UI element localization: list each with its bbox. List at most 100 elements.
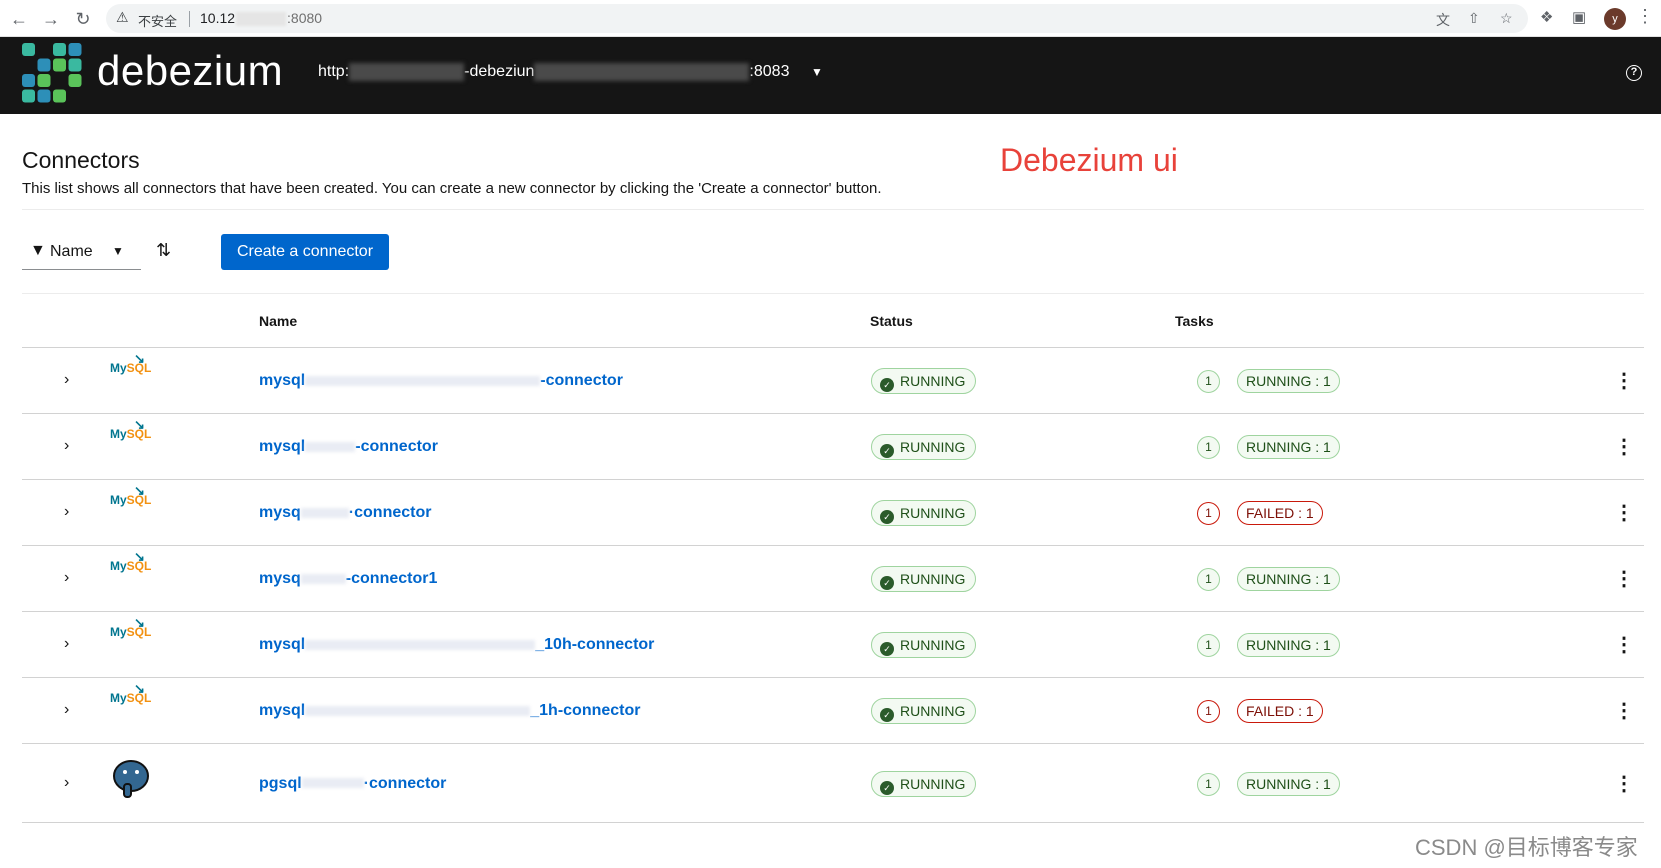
address-separator <box>189 11 190 27</box>
mysql-icon: MySQL ↘ <box>110 483 152 507</box>
expand-row-icon[interactable]: › <box>64 635 69 653</box>
expand-row-icon[interactable]: › <box>64 503 69 521</box>
row-actions-kebab-icon[interactable]: ⋮ <box>1614 698 1634 723</box>
back-icon[interactable]: ← <box>8 8 30 30</box>
table-row: › MySQL ↘ mysql -connector ✓ RUNNING 1 RUNNING :… <box>22 414 1644 480</box>
task-count-badge: 1 <box>1197 436 1220 459</box>
brand-name: debezium <box>97 47 284 94</box>
filter-label: Name <box>50 243 93 260</box>
address-bar[interactable]: ⚠ 不安全 10.12:8080 文 ⇧ ☆ <box>106 4 1528 33</box>
connector-name-link[interactable]: mysql _1h-connector <box>259 702 641 720</box>
logo-cell <box>68 74 82 87</box>
column-header-name[interactable]: Name <box>259 313 297 329</box>
column-header-status: Status <box>870 313 913 329</box>
task-state-badge: RUNNING : 1 <box>1237 369 1340 393</box>
url-text: 10.12:8080 <box>200 10 323 27</box>
browser-menu-icon[interactable]: ⋮ <box>1636 6 1654 27</box>
connector-status-badge: ✓ RUNNING <box>871 434 977 460</box>
row-actions-kebab-icon[interactable]: ⋮ <box>1614 368 1634 393</box>
row-actions-kebab-icon[interactable]: ⋮ <box>1614 434 1634 459</box>
check-circle-icon: ✓ <box>880 708 894 722</box>
task-count-badge: 1 <box>1197 502 1220 525</box>
side-panel-icon[interactable]: ▣ <box>1572 8 1586 26</box>
security-label: 不安全 <box>138 14 178 29</box>
task-count-badge: 1 <box>1197 634 1220 657</box>
reload-icon[interactable]: ↻ <box>72 8 94 30</box>
debezium-logo-icon <box>22 43 82 103</box>
browser-toolbar: ← → ↻ ⚠ 不安全 10.12:8080 文 ⇧ ☆ ❖ ▣ y ⋮ <box>0 0 1661 37</box>
mysql-icon: MySQL ↘ <box>110 417 152 441</box>
mysql-icon: MySQL ↘ <box>110 615 152 639</box>
mysql-icon: MySQL ↘ <box>110 549 152 573</box>
task-state-badge: FAILED : 1 <box>1237 501 1323 525</box>
annotation-label: Debezium ui <box>1000 142 1178 178</box>
create-connector-button[interactable]: Create a connector <box>221 234 389 270</box>
check-circle-icon: ✓ <box>880 642 894 656</box>
task-count-badge: 1 <box>1197 700 1220 723</box>
logo-cell <box>53 89 66 103</box>
filter-dropdown[interactable]: ▼ Name ▼ <box>22 234 141 270</box>
task-state-badge: FAILED : 1 <box>1237 699 1323 723</box>
expand-row-icon[interactable]: › <box>64 371 69 389</box>
expand-row-icon[interactable]: › <box>64 774 69 792</box>
table-row: › MySQL ↘ mysq -connector1 ✓ RUNNING 1 RUNNING :… <box>22 546 1644 612</box>
connector-name-link[interactable]: mysq ·connector <box>259 504 431 522</box>
connector-status-badge: ✓ RUNNING <box>871 770 977 797</box>
mysql-icon: MySQL ↘ <box>110 351 152 375</box>
connector-name-link[interactable]: mysq -connector1 <box>259 570 437 588</box>
logo-cell <box>37 89 51 103</box>
connector-status-badge: ✓ RUNNING <box>871 698 977 724</box>
help-icon[interactable]: ? <box>1626 65 1642 81</box>
page-description: This list shows all connectors that have… <box>22 180 882 197</box>
expand-row-icon[interactable]: › <box>64 569 69 587</box>
task-count-badge: 1 <box>1197 772 1220 796</box>
task-state-badge: RUNNING : 1 <box>1237 435 1340 459</box>
check-circle-icon: ✓ <box>880 510 894 524</box>
row-actions-kebab-icon[interactable]: ⋮ <box>1614 500 1634 525</box>
logo-cell <box>22 74 35 87</box>
table-row: › MySQL ↘ mysql -connector ✓ RUNNING 1 RUNNING :… <box>22 348 1644 414</box>
forward-icon[interactable]: → <box>40 8 62 30</box>
header-divider <box>22 209 1644 210</box>
connector-status-badge: ✓ RUNNING <box>871 566 977 592</box>
row-actions-kebab-icon[interactable]: ⋮ <box>1614 632 1634 657</box>
logo-cell <box>22 89 35 103</box>
app-header: debezium http: -debeziun:8083 ▼ ? <box>0 37 1661 114</box>
table-row: › MySQL ↘ mysq ·connector ✓ RUNNING 1 FAILED : 1… <box>22 480 1644 546</box>
logo-cell <box>22 43 35 56</box>
sort-icon[interactable]: ⇅ <box>156 240 171 261</box>
share-icon[interactable]: ⇧ <box>1468 10 1480 27</box>
expand-row-icon[interactable]: › <box>64 701 69 719</box>
translate-icon[interactable]: 文 <box>1436 10 1450 30</box>
bookmark-star-icon[interactable]: ☆ <box>1500 10 1513 27</box>
connector-status-badge: ✓ RUNNING <box>871 368 977 394</box>
check-circle-icon: ✓ <box>880 444 894 458</box>
cluster-dropdown-icon[interactable]: ▼ <box>811 65 823 79</box>
mysql-icon: MySQL ↘ <box>110 681 152 705</box>
connector-name-link[interactable]: mysql _10h-connector <box>259 636 654 654</box>
chevron-down-icon: ▼ <box>112 244 124 258</box>
logo-cell <box>53 43 66 56</box>
connector-name-link[interactable]: mysql -connector <box>259 438 438 456</box>
task-state-badge: RUNNING : 1 <box>1237 633 1340 657</box>
profile-avatar[interactable]: y <box>1604 8 1626 30</box>
row-actions-kebab-icon[interactable]: ⋮ <box>1614 771 1634 796</box>
task-count-badge: 1 <box>1197 370 1220 393</box>
extensions-icon[interactable]: ❖ <box>1540 8 1553 26</box>
expand-row-icon[interactable]: › <box>64 437 69 455</box>
connector-status-badge: ✓ RUNNING <box>871 632 977 658</box>
logo-cell <box>37 74 51 87</box>
row-actions-kebab-icon[interactable]: ⋮ <box>1614 566 1634 591</box>
check-circle-icon: ✓ <box>880 378 894 392</box>
task-state-badge: RUNNING : 1 <box>1237 567 1340 591</box>
connector-status-badge: ✓ RUNNING <box>871 500 977 526</box>
table-row: › pgsql ·connector ✓ RUNNING 1 RUNNING : 1 ⋮ <box>22 744 1644 823</box>
connector-name-link[interactable]: pgsql ·connector <box>259 775 446 793</box>
column-header-tasks: Tasks <box>1175 313 1214 329</box>
logo-cell <box>53 58 66 72</box>
cluster-url[interactable]: http: -debeziun:8083 <box>318 63 789 81</box>
watermark: CSDN @目标博客专家 <box>1415 835 1638 860</box>
check-circle-icon: ✓ <box>880 780 894 795</box>
connector-name-link[interactable]: mysql -connector <box>259 372 623 390</box>
table-row: › MySQL ↘ mysql _10h-connector ✓ RUNNING 1 RUNNI… <box>22 612 1644 678</box>
